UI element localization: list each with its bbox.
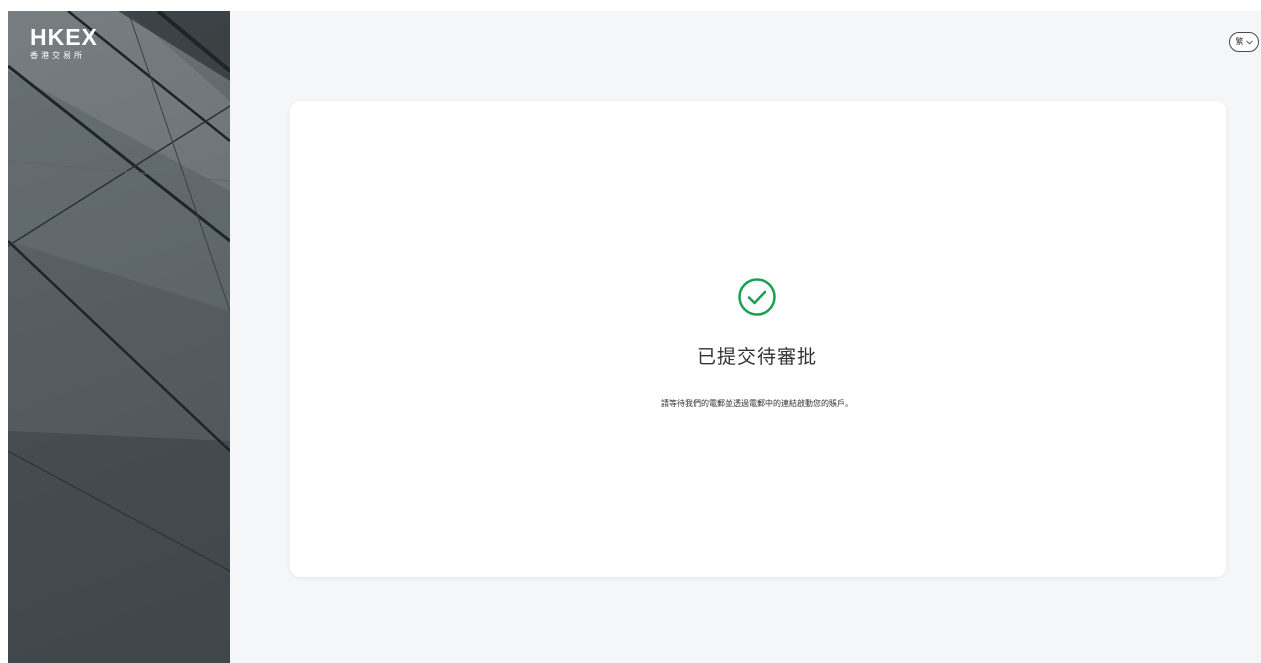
logo-text: HKEX bbox=[30, 24, 98, 50]
status-title: 已提交待審批 bbox=[696, 346, 817, 368]
language-icon: 繁 bbox=[1235, 37, 1244, 46]
status-card bbox=[290, 101, 1226, 577]
chevron-down-icon bbox=[1245, 39, 1253, 45]
check-circle-icon bbox=[738, 278, 776, 316]
hkex-logo: HKEX 香港交易所 bbox=[30, 25, 98, 61]
brand-sidebar: HKEX 香港交易所 bbox=[8, 11, 230, 663]
architecture-background bbox=[8, 11, 230, 663]
status-message: 請等待我們的電郵並透過電郵中的連結啟動您的賬戶。 bbox=[661, 399, 853, 408]
language-switcher-button[interactable]: 繁 bbox=[1229, 32, 1259, 52]
logo-subtext: 香港交易所 bbox=[30, 51, 85, 60]
page: HKEX 香港交易所 繁 已提交待審批 請等待我們的電郵並透過電郵中的連結啟動您… bbox=[0, 0, 1261, 663]
